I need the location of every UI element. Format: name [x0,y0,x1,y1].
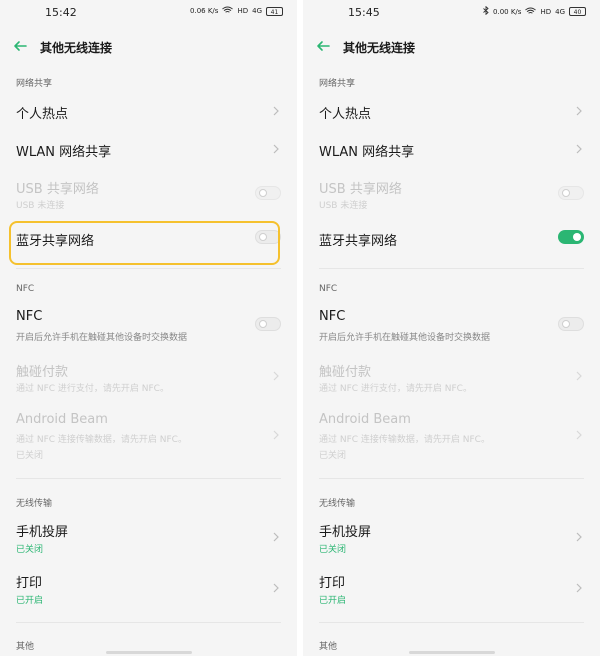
back-arrow-icon[interactable] [315,38,331,54]
wifi-icon [222,6,234,16]
divider [319,268,584,269]
section-header-other: 其他 [16,642,35,652]
battery-icon: 41 [266,6,283,16]
battery-icon: 40 [569,7,586,16]
signal-label: 4G [252,7,262,15]
wifi-icon [525,7,537,17]
chevron-right-icon [273,532,279,542]
status-bar: 15:42 0.06 K/s HD 4G 41 [0,0,297,26]
divider [319,622,584,623]
row-hotspot-label: 个人热点 [16,107,69,122]
usb-share-toggle [255,186,281,200]
divider [16,622,281,623]
divider [16,268,281,269]
page-title: 其他无线连接 [343,41,416,55]
row-android-beam-label: Android Beam [16,412,108,427]
row-nfc-label: NFC [16,309,43,324]
section-header-wireless: 无线传输 [16,499,53,509]
nfc-toggle[interactable] [558,317,584,331]
row-android-beam-label: Android Beam [319,412,411,427]
row-bt-share-label: 蓝牙共享网络 [319,234,398,249]
chevron-right-icon [576,430,582,440]
chevron-right-icon [576,144,582,154]
status-time: 15:42 [45,6,77,19]
bt-share-toggle[interactable] [558,230,584,244]
section-header-sharing: 网络共享 [16,79,53,89]
row-android-beam-state: 已关闭 [16,451,44,461]
chevron-right-icon [273,371,279,381]
status-time: 15:45 [348,6,380,19]
row-cast-label: 手机投屏 [319,525,372,540]
nfc-toggle[interactable] [255,317,281,331]
row-tap-pay-sub: 通过 NFC 进行支付，请先开启 NFC。 [16,384,169,394]
chevron-right-icon [273,144,279,154]
row-usb-share-label: USB 共享网络 [319,182,402,197]
section-header-wireless: 无线传输 [319,499,356,509]
page-title: 其他无线连接 [40,41,113,55]
row-print-label: 打印 [319,576,346,591]
row-print-label: 打印 [16,576,43,591]
row-nfc-sub: 开启后允许手机在触碰其他设备时交换数据 [16,333,188,343]
chevron-right-icon [273,430,279,440]
chevron-right-icon [576,371,582,381]
row-android-beam-sub: 通过 NFC 连接传输数据，请先开启 NFC。 [319,435,490,445]
signal-label: 4G [555,7,565,16]
screen-left: 15:42 0.06 K/s HD 4G 41 其他无线连接 网络共享 个人热点… [0,0,297,656]
row-print-state: 已开启 [319,596,347,606]
net-speed: 0.06 K/s [190,7,219,15]
home-indicator[interactable] [106,651,192,654]
row-tap-pay-label: 触碰付款 [319,365,372,380]
row-hotspot-label: 个人热点 [319,107,372,122]
row-usb-share-label: USB 共享网络 [16,182,99,197]
chevron-right-icon [576,583,582,593]
row-android-beam-sub: 通过 NFC 连接传输数据，请先开启 NFC。 [16,435,187,445]
home-indicator[interactable] [409,651,495,654]
row-nfc-sub: 开启后允许手机在触碰其他设备时交换数据 [319,333,491,343]
section-header-nfc: NFC [16,284,35,294]
usb-share-toggle [558,186,584,200]
page-header: 其他无线连接 [0,36,297,58]
chevron-right-icon [273,583,279,593]
row-cast-label: 手机投屏 [16,525,69,540]
highlight-box [9,221,280,265]
section-header-other: 其他 [319,642,338,652]
section-header-nfc: NFC [319,284,338,294]
row-wlan-share-label: WLAN 网络共享 [319,145,415,160]
hd-label: HD [540,7,552,16]
screen-right: 15:45 0.00 K/s HD 4G 40 其他无线连接 网络共享 个人热点… [303,0,600,656]
divider [319,478,584,479]
divider [16,478,281,479]
chevron-right-icon [576,106,582,116]
page-header: 其他无线连接 [303,36,600,58]
row-tap-pay-label: 触碰付款 [16,365,69,380]
section-header-sharing: 网络共享 [319,79,356,89]
row-usb-share-sub: USB 未连接 [319,201,368,211]
back-arrow-icon[interactable] [12,38,28,54]
hd-label: HD [237,7,249,15]
bluetooth-icon [483,5,489,17]
chevron-right-icon [576,532,582,542]
row-nfc-label: NFC [319,309,346,324]
row-tap-pay-sub: 通过 NFC 进行支付，请先开启 NFC。 [319,384,472,394]
row-print-state: 已开启 [16,596,44,606]
row-usb-share-sub: USB 未连接 [16,201,65,211]
row-wlan-share-label: WLAN 网络共享 [16,145,112,160]
row-cast-state: 已关闭 [16,545,44,555]
chevron-right-icon [273,106,279,116]
row-android-beam-state: 已关闭 [319,451,347,461]
status-bar: 15:45 0.00 K/s HD 4G 40 [303,0,600,26]
row-cast-state: 已关闭 [319,545,347,555]
net-speed: 0.00 K/s [493,7,522,16]
